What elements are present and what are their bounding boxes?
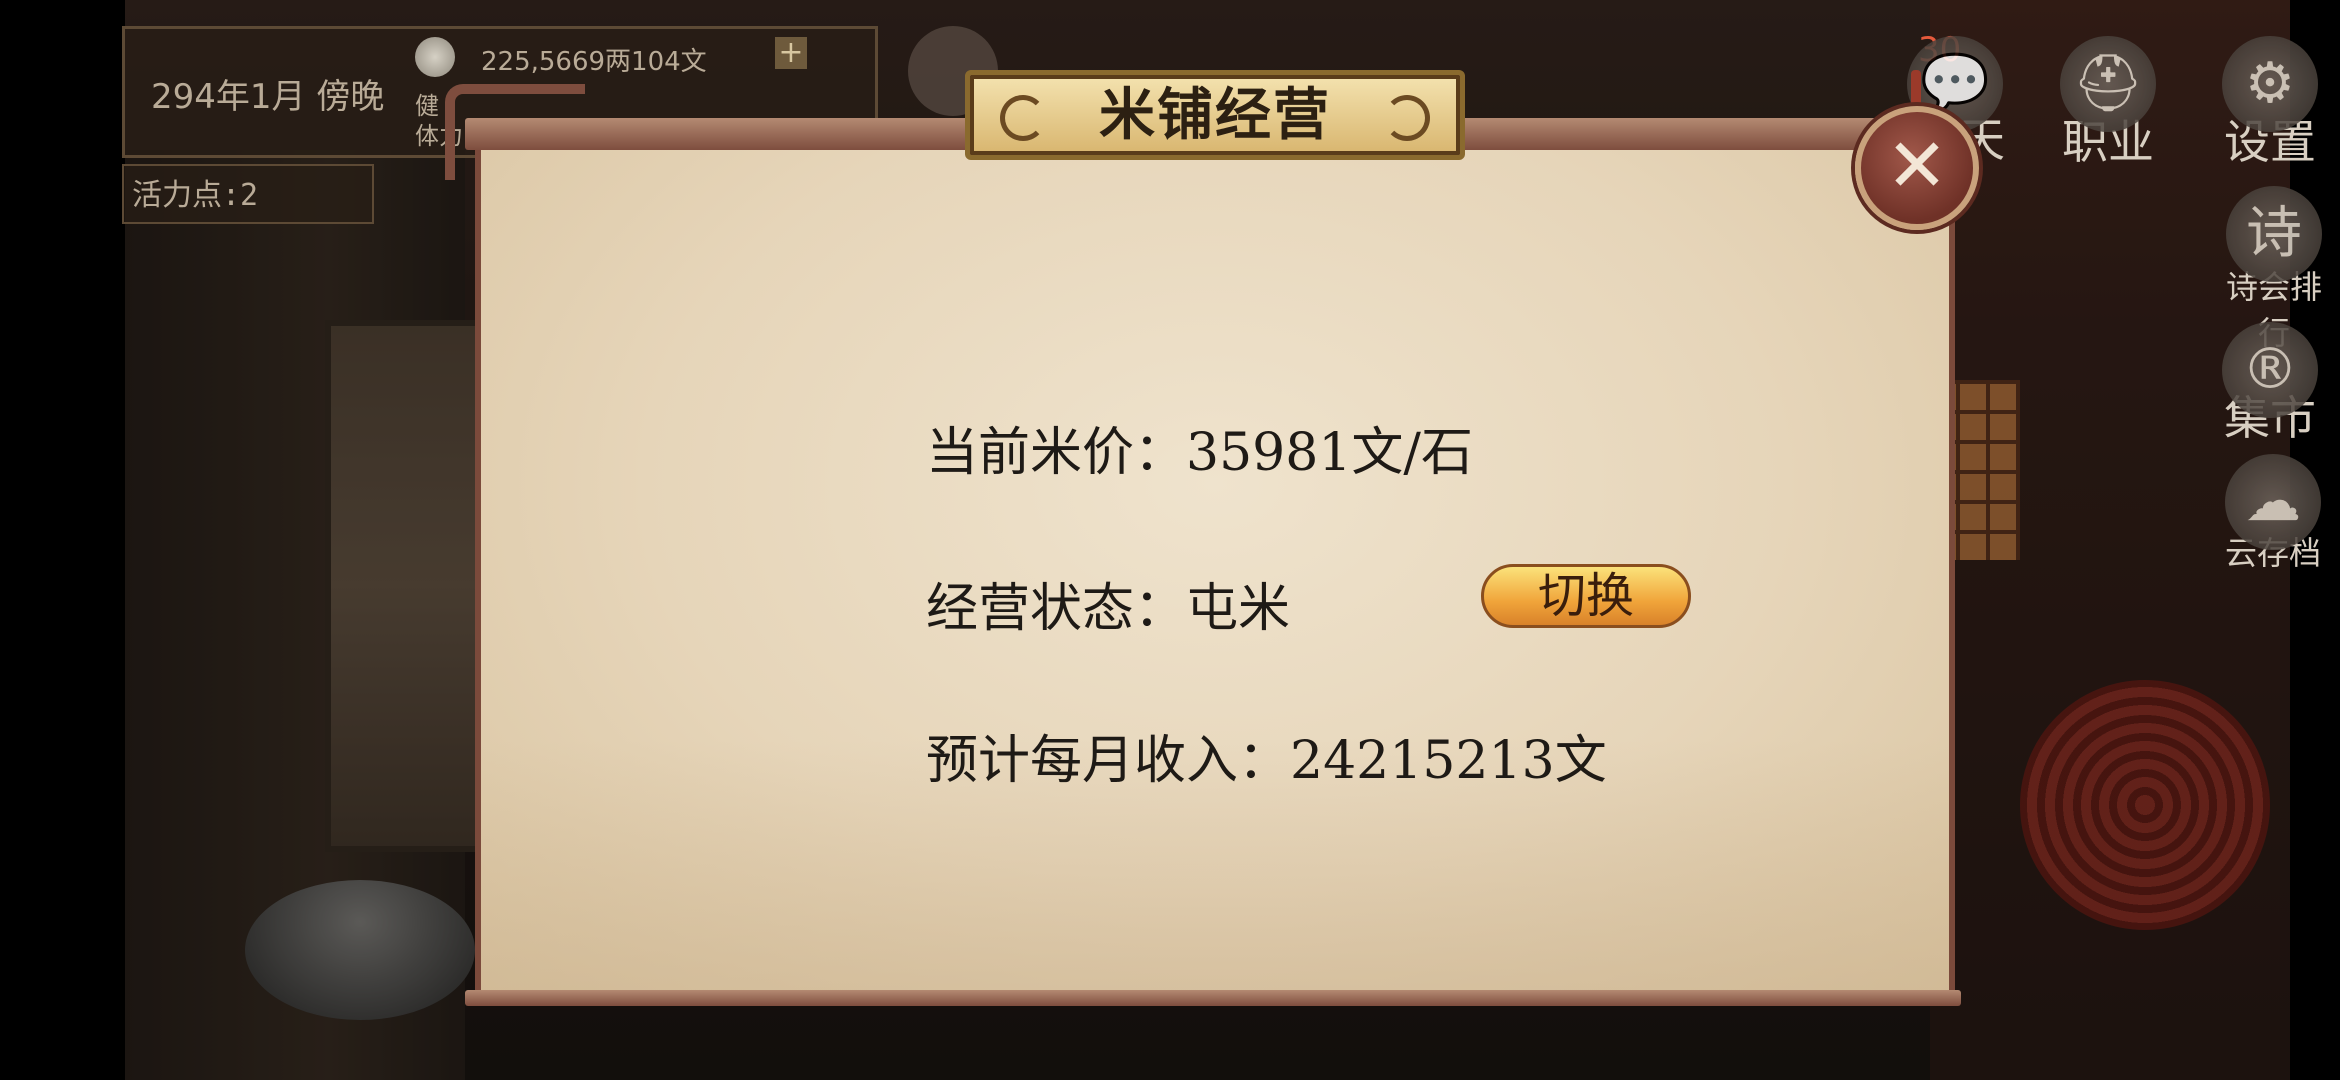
swirl-left-icon xyxy=(1000,95,1046,141)
swirl-right-icon xyxy=(1384,95,1430,141)
status-row: 经营状态：屯米 xyxy=(926,566,1290,641)
gear-icon: ⚙ xyxy=(2222,36,2318,132)
close-icon: ✕ xyxy=(1885,123,1948,209)
dialog-title: 米铺经营 xyxy=(1099,82,1331,148)
date-time-label: 294年1月 傍晚 xyxy=(151,77,385,117)
rice-price-value: 35981文/石 xyxy=(1186,423,1473,483)
dialog-paper: 当前米价：35981文/石 经营状态：屯米 切换 预计每月收入：24215213… xyxy=(475,140,1955,1000)
rice-price-row: 当前米价：35981文/石 xyxy=(926,410,1473,485)
close-button[interactable]: ✕ xyxy=(1855,106,1979,230)
helmet-icon: ⛑ xyxy=(2060,36,2156,132)
income-row: 预计每月收入：24215213文 xyxy=(926,718,1607,793)
income-value: 24215213文 xyxy=(1290,731,1607,791)
side-button-market[interactable]: ® 集市 xyxy=(2222,322,2318,448)
status-label: 经营状态： xyxy=(926,579,1187,639)
status-value: 屯米 xyxy=(1186,579,1291,639)
income-label: 预计每月收入： xyxy=(926,731,1291,791)
rice-price-label: 当前米价： xyxy=(926,423,1187,483)
close-pin xyxy=(1911,70,1921,106)
market-icon: ® xyxy=(2222,322,2318,418)
poem-icon: 诗 xyxy=(2226,186,2322,282)
vigor-points: 活力点:2 xyxy=(122,164,374,224)
coin-icon xyxy=(415,37,455,77)
side-button-profession[interactable]: ⛑ 职业 xyxy=(2060,36,2156,172)
dialog-bottom-rod xyxy=(465,990,1961,1006)
dialog-title-plaque: 米铺经营 xyxy=(965,70,1465,160)
rice-shop-dialog: 当前米价：35981文/石 经营状态：屯米 切换 预计每月收入：24215213… xyxy=(445,70,1979,1006)
add-money-plus-icon[interactable]: + xyxy=(775,37,807,69)
money-label: 225,5669两104文 xyxy=(481,47,707,77)
toggle-status-button[interactable]: 切换 xyxy=(1481,564,1691,628)
side-button-cloud-save[interactable]: ☁ 云存档 xyxy=(2218,454,2328,574)
side-button-settings[interactable]: ⚙ 设置 xyxy=(2222,36,2318,172)
cloud-save-icon: ☁ xyxy=(2225,454,2321,550)
